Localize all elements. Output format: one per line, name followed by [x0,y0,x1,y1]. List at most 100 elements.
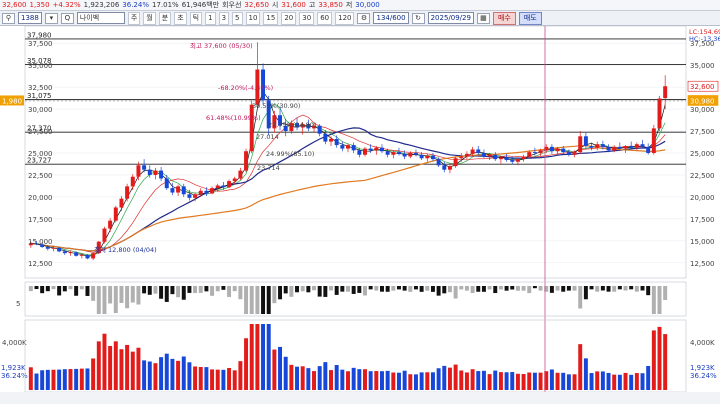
candle-body[interactable] [442,165,447,170]
candle-body[interactable] [555,148,560,152]
candle-body[interactable] [249,104,254,152]
candle-body[interactable] [232,178,237,182]
refresh-icon[interactable]: ↻ [411,12,425,24]
period-1[interactable]: 1 [205,11,216,25]
period-60[interactable]: 60 [317,11,333,25]
candle-body[interactable] [119,198,124,208]
candle-body[interactable] [346,145,350,149]
candle-body[interactable] [45,247,50,249]
candle-body[interactable] [419,154,424,159]
tab-second[interactable]: 초 [174,11,187,25]
candle-body[interactable] [510,160,515,162]
candle-body[interactable] [521,156,526,160]
candle-body[interactable] [515,159,520,162]
candle-body[interactable] [532,152,537,153]
candle-body[interactable] [62,251,67,254]
candle-body[interactable] [317,125,322,134]
candle-body[interactable] [430,155,435,160]
candle-body[interactable] [657,98,662,129]
candle-body[interactable] [504,157,509,161]
candle-body[interactable] [600,144,605,147]
candle-body[interactable] [238,170,243,179]
candle-body[interactable] [578,136,583,153]
candle-body[interactable] [561,148,566,153]
candle-body[interactable] [164,178,169,189]
tab-minute[interactable]: 분 [158,11,172,25]
candle-body[interactable] [108,220,113,229]
candle-body[interactable] [572,152,577,155]
bar-count-field[interactable]: 134/600 [373,12,409,24]
stock-chart[interactable]: 37,50037,50035,00035,00032,50032,50030,0… [0,26,720,404]
candle-body[interactable] [583,136,588,146]
candle-body[interactable] [147,169,152,175]
candle-body[interactable] [204,190,209,194]
candle-body[interactable] [447,166,452,170]
candle-body[interactable] [538,150,543,153]
candle-body[interactable] [57,247,62,252]
candle-body[interactable] [612,146,617,151]
candle-body[interactable] [181,186,186,195]
candle-body[interactable] [363,148,367,155]
candle-body[interactable] [481,153,486,157]
candle-body[interactable] [634,144,639,148]
candle-body[interactable] [396,152,401,154]
period-30[interactable]: 30 [299,11,315,25]
candle-body[interactable] [436,159,441,166]
candle-body[interactable] [527,152,532,157]
candle-body[interactable] [159,170,164,179]
tab-month[interactable]: 월 [143,11,156,25]
buy-button[interactable]: 매수 [492,11,516,25]
search-icon[interactable]: ⚲ [2,12,15,24]
candle-body[interactable] [340,145,345,149]
candle-body[interactable] [130,176,135,187]
settings-icon[interactable]: ⚙ [357,12,371,24]
candle-body[interactable] [170,188,175,193]
candle-body[interactable] [51,247,56,249]
candle-body[interactable] [617,146,622,149]
candle-body[interactable] [380,147,384,152]
date-field[interactable]: 2025/09/29 [427,12,474,24]
candle-body[interactable] [193,194,198,198]
candle-body[interactable] [221,185,226,188]
stock-code-input[interactable]: 1388 [18,12,42,24]
candle-body[interactable] [102,228,107,242]
candle-body[interactable] [606,146,611,151]
candle-body[interactable] [498,157,503,160]
candle-body[interactable] [79,254,84,256]
candle-body[interactable] [385,151,390,155]
candle-body[interactable] [125,186,130,199]
candle-body[interactable] [413,153,418,155]
period-15[interactable]: 15 [263,11,279,25]
candle-body[interactable] [646,146,651,153]
candle-body[interactable] [368,148,373,151]
lookup-button[interactable]: Q [60,12,74,24]
candle-body[interactable] [334,138,339,146]
candle-body[interactable] [595,144,600,148]
candle-body[interactable] [470,149,475,154]
candle-body[interactable] [487,154,492,157]
candle-body[interactable] [391,152,396,155]
period-20[interactable]: 20 [281,11,297,25]
candle-body[interactable] [425,155,430,159]
chevron-down-icon[interactable]: ▾ [44,12,58,24]
candle-body[interactable] [640,144,645,147]
candle-body[interactable] [323,133,328,142]
period-5[interactable]: 5 [232,11,243,25]
candle-body[interactable] [453,158,458,167]
candle-body[interactable] [374,147,379,151]
calendar-icon[interactable]: ▦ [476,12,490,24]
candle-body[interactable] [476,149,481,153]
sell-button[interactable]: 매도 [518,11,542,25]
period-120[interactable]: 120 [335,11,355,25]
candle-body[interactable] [357,150,362,155]
candle-body[interactable] [215,185,220,189]
candle-body[interactable] [651,128,656,153]
candle-body[interactable] [210,188,215,194]
candle-body[interactable] [329,138,333,142]
candle-body[interactable] [68,252,73,254]
tab-tick[interactable]: 틱 [189,11,203,25]
candle-body[interactable] [113,207,118,221]
candle-body[interactable] [402,153,407,157]
candle-body[interactable] [74,252,79,256]
candle-body[interactable] [623,145,628,149]
